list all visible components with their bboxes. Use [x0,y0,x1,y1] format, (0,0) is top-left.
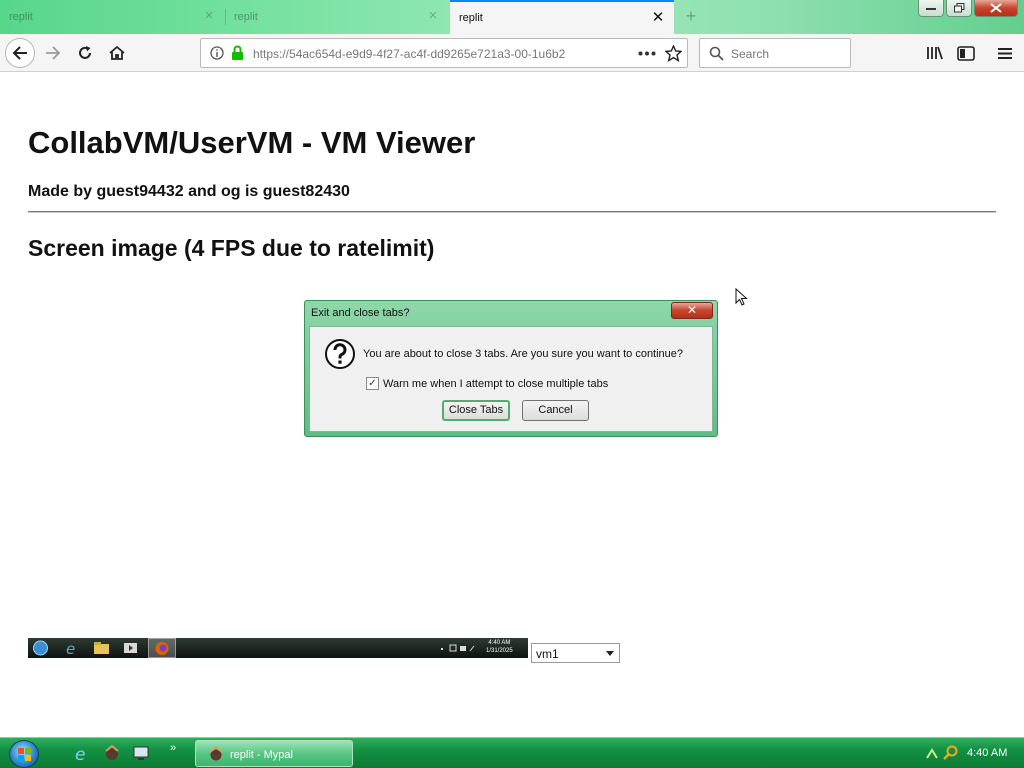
tab-title: replit [234,11,258,23]
vm-start-orb-icon [33,640,48,656]
taskbar-task-label: replit - Mypal [230,749,293,761]
lock-icon [232,45,243,60]
search-placeholder: Search [731,47,770,61]
hamburger-menu-icon [998,47,1012,59]
vm-active-task [148,638,176,658]
vm-clock-date: 1/31/2025 [486,648,513,654]
menu-button[interactable] [990,38,1020,68]
warn-checkbox-label: Warn me when I attempt to close multiple… [383,378,609,390]
taskbar-task-mypal[interactable]: replit - Mypal [195,740,353,767]
vm-select-dropdown[interactable]: vm1 [531,643,620,663]
vm-firefox-icon [155,642,169,655]
section-heading: Screen image (4 FPS due to ratelimit) [28,235,435,261]
forward-button[interactable] [38,38,68,68]
vm-media-icon [124,643,137,653]
tab-1[interactable]: replit × [0,0,225,34]
bookmark-star-icon [665,45,682,62]
new-tab-plus-icon[interactable]: + [682,6,700,26]
back-button[interactable] [5,38,35,68]
tab-strip: replit × replit × replit ✕ + [0,0,1024,34]
warn-checkbox[interactable]: ✓ [366,377,379,390]
url-bar[interactable]: https://54ac654d-e9d9-4f27-ac4f-dd9265e7… [200,38,688,68]
minimize-icon [926,8,936,10]
windows-logo-icon [18,748,31,761]
svg-text:e: e [75,745,85,762]
close-tabs-button[interactable]: Close Tabs [442,400,510,421]
dialog-title: Exit and close tabs? [311,307,410,319]
library-icon [927,46,943,60]
navigation-bar: https://54ac654d-e9d9-4f27-ac4f-dd9265e7… [0,34,1024,72]
chevron-down-icon [606,651,614,656]
cancel-button[interactable]: Cancel [522,400,589,421]
page-actions-icon [638,51,656,56]
sidebar-icon [957,45,975,61]
home-button[interactable] [102,38,132,68]
vm-folder-icon [94,642,109,654]
mypal-task-icon [209,746,223,761]
page-title: CollabVM/UserVM - VM Viewer [28,125,476,160]
search-icon [709,46,724,61]
vm-clock: 4:40 AM 1/31/2025 [486,639,513,655]
tab-3-active[interactable]: replit ✕ [450,0,674,34]
svg-text:e: e [66,640,75,656]
mypal-quicklaunch-icon[interactable] [103,744,121,762]
back-arrow-icon [12,46,27,60]
library-button[interactable] [920,38,950,68]
vm-ie-icon: e [66,640,75,656]
taskbar-clock[interactable]: 4:40 AM [967,747,1007,759]
host-taskbar: e » replit - Mypal 4:40 AM [0,737,1024,768]
close-window-button[interactable] [974,0,1018,17]
start-orb-button[interactable] [9,740,39,768]
home-icon [109,45,125,60]
vm-clock-time: 4:40 AM [488,640,511,646]
tab-close-icon[interactable]: × [425,8,441,24]
reload-icon [79,46,91,59]
close-icon [990,3,1002,13]
question-icon [325,339,355,369]
minimize-button[interactable] [918,0,944,17]
tray-network-icon[interactable] [925,746,939,760]
tray-search-icon[interactable] [943,745,959,761]
dialog-body: You are about to close 3 tabs. Are you s… [309,326,713,432]
reload-button[interactable] [70,38,100,68]
close-tabs-dialog: Exit and close tabs? ✕ You are about to … [304,300,718,437]
horizontal-rule [28,211,996,213]
tab-2[interactable]: replit × [225,0,449,34]
tab-close-icon[interactable]: × [201,8,217,24]
ie-quicklaunch-icon[interactable]: e [73,744,91,762]
mouse-cursor-icon [735,288,748,306]
vm-tray-icons [441,644,475,652]
vm-screen-taskbar[interactable]: e 4:40 AM 1/31/2025 [28,638,528,658]
screen: replit × replit × replit ✕ + https://54a… [0,0,1024,768]
desktop-quicklaunch-icon[interactable] [132,744,150,762]
search-bar[interactable]: Search [699,38,851,68]
page-content: CollabVM/UserVM - VM Viewer Made by gues… [0,73,1024,737]
dialog-close-button[interactable]: ✕ [671,302,713,319]
restore-icon [953,3,964,13]
forward-arrow-icon [46,46,61,60]
restore-button[interactable] [946,0,972,17]
tab-title: replit [459,12,483,24]
url-text: https://54ac654d-e9d9-4f27-ac4f-dd9265e7… [253,47,566,61]
sidebar-button[interactable] [951,38,981,68]
dialog-message: You are about to close 3 tabs. Are you s… [363,348,684,360]
credits-text: Made by guest94432 and og is guest82430 [28,183,350,200]
window-controls [918,0,1018,17]
tab-close-icon[interactable]: ✕ [650,10,666,26]
quicklaunch-overflow-chevron[interactable]: » [170,742,176,754]
info-icon [210,46,224,60]
tab-title: replit [9,11,33,23]
vm-select-value: vm1 [536,647,559,661]
